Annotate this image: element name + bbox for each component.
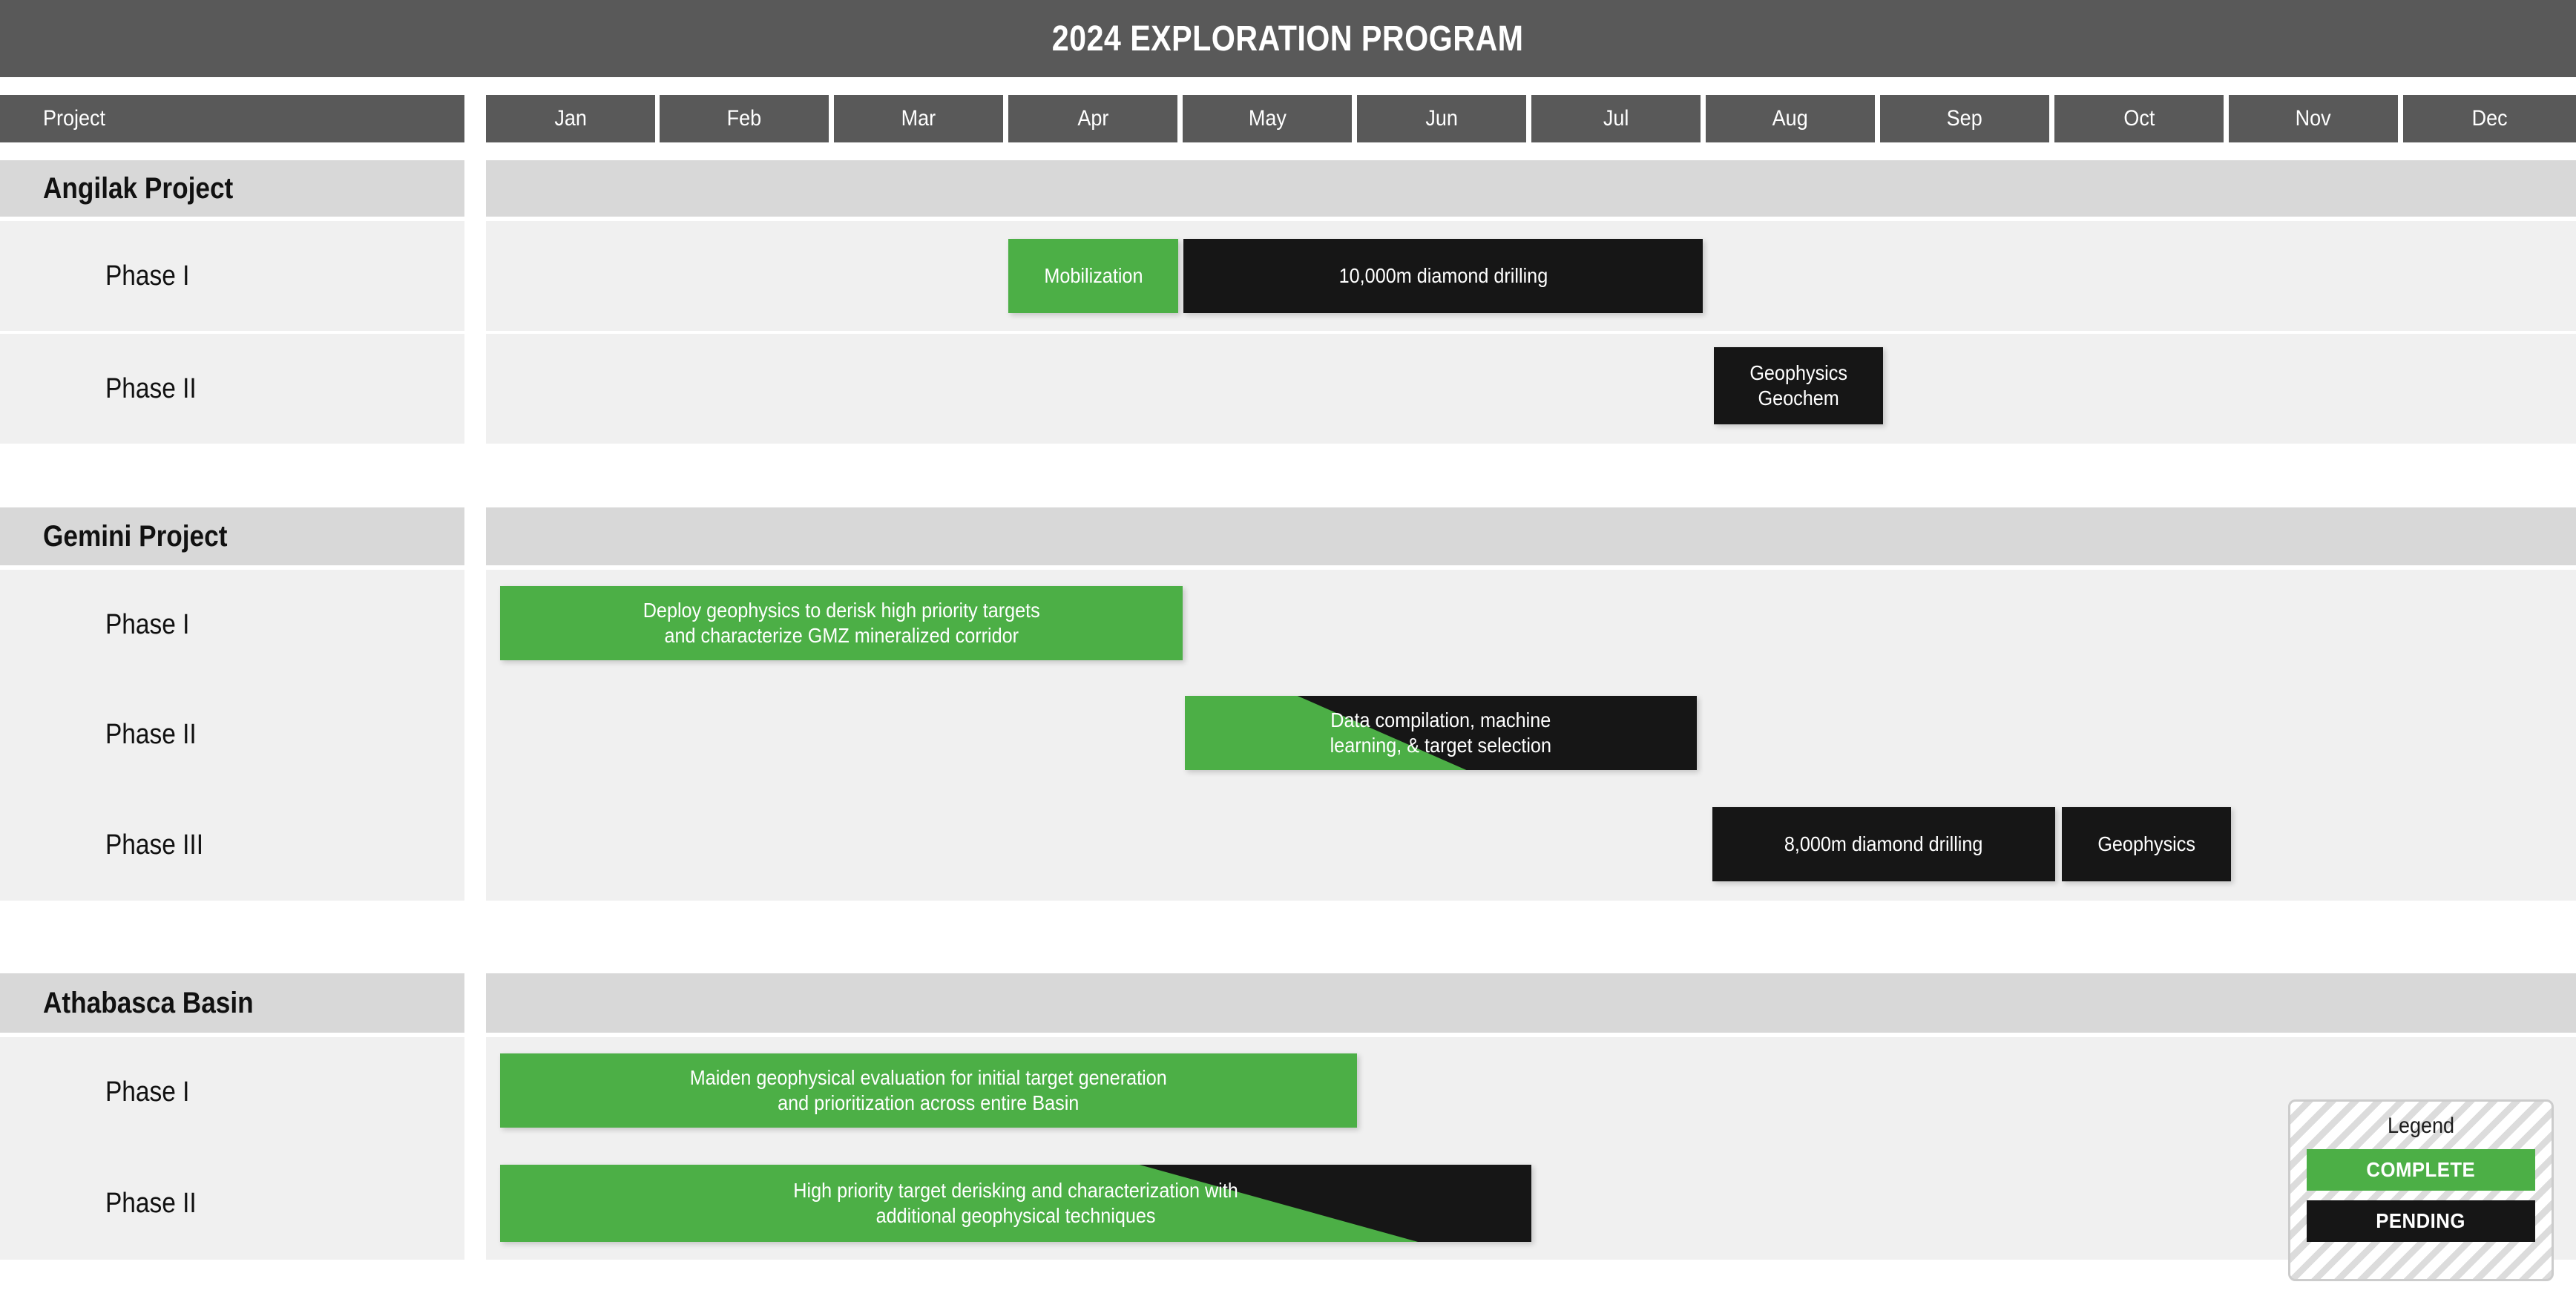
phase-label: Phase II	[105, 718, 197, 750]
section-gemini-project: Gemini Project Phase I Deploy geophysics…	[0, 507, 2576, 967]
row-label-athabasca-phase-1: Phase I	[0, 1037, 464, 1147]
task-bar-athabasca-derisking[interactable]: High priority target derisking and chara…	[500, 1165, 1531, 1242]
task-bar-label: 8,000m diamond drilling	[1784, 832, 1983, 855]
gantt-chart: 2024 EXPLORATION PROGRAM Project Jan Feb…	[0, 0, 2576, 1299]
task-bar-gemini-drilling[interactable]: 8,000m diamond drilling	[1712, 807, 2055, 881]
section-header-band-gemini	[486, 507, 2576, 565]
month-header-jun: Jun	[1357, 95, 1526, 142]
row-label-angilak-phase-2: Phase II	[0, 334, 464, 444]
title-bar: 2024 EXPLORATION PROGRAM	[0, 0, 2576, 77]
section-header-angilak: Angilak Project	[0, 160, 464, 217]
task-bar-athabasca-maiden-evaluation[interactable]: Maiden geophysical evaluation for initia…	[500, 1053, 1357, 1128]
task-bar-gemini-data-compilation[interactable]: Data compilation, machine learning, & ta…	[1185, 696, 1697, 770]
section-header-athabasca: Athabasca Basin	[0, 973, 464, 1033]
section-header-band-athabasca	[486, 973, 2576, 1033]
month-header-nov: Nov	[2229, 95, 2398, 142]
row-track-gemini-phase-3: 8,000m diamond drilling Geophysics	[486, 789, 2576, 901]
task-bar-label: Geophysics	[2097, 832, 2195, 855]
month-label: Jun	[1425, 106, 1458, 131]
task-bar-label: Deploy geophysics to derisk high priorit…	[643, 598, 1040, 647]
task-bar-gemini-geophysics[interactable]: Geophysics	[2062, 807, 2231, 881]
row-track-angilak-phase-1: Mobilization 10,000m diamond drilling	[486, 221, 2576, 331]
month-header-apr: Apr	[1008, 95, 1177, 142]
month-label: Dec	[2471, 106, 2508, 131]
phase-label: Phase I	[105, 608, 190, 640]
legend: Legend COMPLETE PENDING	[2288, 1099, 2554, 1281]
section-title: Angilak Project	[43, 171, 234, 205]
month-label: Nov	[2295, 106, 2332, 131]
task-bar-label: Geophysics Geochem	[1749, 361, 1847, 410]
month-label: Feb	[726, 106, 762, 131]
task-bar-geophysics-geochem[interactable]: Geophysics Geochem	[1714, 347, 1883, 424]
row-track-athabasca-phase-2: High priority target derisking and chara…	[486, 1147, 2576, 1260]
task-bar-label: High priority target derisking and chara…	[793, 1178, 1238, 1227]
month-header-jul: Jul	[1531, 95, 1701, 142]
phase-label: Phase I	[105, 260, 190, 292]
row-label-gemini-phase-1: Phase I	[0, 570, 464, 680]
month-header-oct: Oct	[2054, 95, 2224, 142]
page-title: 2024 EXPLORATION PROGRAM	[1052, 19, 1524, 59]
month-label: Oct	[2123, 106, 2155, 131]
phase-label: Phase I	[105, 1076, 190, 1108]
legend-item-label: COMPLETE	[2366, 1158, 2476, 1181]
row-track-gemini-phase-2: Data compilation, machine learning, & ta…	[486, 680, 2576, 789]
phase-label: Phase II	[105, 1187, 197, 1219]
section-header-band-angilak	[486, 160, 2576, 217]
task-bar-gemini-deploy-geophysics[interactable]: Deploy geophysics to derisk high priorit…	[500, 586, 1183, 660]
month-header-jan: Jan	[486, 95, 655, 142]
timeline-header-row: Project Jan Feb Mar Apr May Jun Jul Aug …	[0, 95, 2576, 142]
month-label: Jan	[554, 106, 587, 131]
task-bar-label: Data compilation, machine learning, & ta…	[1330, 708, 1552, 757]
row-track-athabasca-phase-1: Maiden geophysical evaluation for initia…	[486, 1037, 2576, 1147]
month-label: Apr	[1077, 106, 1109, 131]
month-header-may: May	[1183, 95, 1352, 142]
month-header-sep: Sep	[1880, 95, 2049, 142]
legend-item-label: PENDING	[2376, 1209, 2466, 1232]
section-header-gemini: Gemini Project	[0, 507, 464, 565]
phase-label: Phase III	[105, 829, 203, 861]
row-track-gemini-phase-1: Deploy geophysics to derisk high priorit…	[486, 570, 2576, 680]
section-athabasca-basin: Athabasca Basin Phase I Maiden geophysic…	[0, 973, 2576, 1299]
row-label-angilak-phase-1: Phase I	[0, 221, 464, 331]
row-track-angilak-phase-2: Geophysics Geochem	[486, 334, 2576, 444]
task-bar-angilak-drilling[interactable]: 10,000m diamond drilling	[1183, 239, 1703, 313]
row-label-gemini-phase-3: Phase III	[0, 789, 464, 901]
section-angilak-project: Angilak Project Phase I Mobilization 10,…	[0, 160, 2576, 501]
month-label: Aug	[1772, 106, 1809, 131]
month-label: Sep	[1946, 106, 1983, 131]
task-bar-label: Maiden geophysical evaluation for initia…	[689, 1065, 1167, 1114]
phase-label: Phase II	[105, 372, 197, 404]
task-bar-label: 10,000m diamond drilling	[1338, 263, 1548, 287]
month-label: May	[1248, 106, 1287, 131]
month-label: Mar	[901, 106, 936, 131]
row-label-athabasca-phase-2: Phase II	[0, 1147, 464, 1260]
month-header-mar: Mar	[834, 95, 1003, 142]
legend-item-complete[interactable]: COMPLETE	[2307, 1149, 2535, 1191]
task-bar-label: Mobilization	[1043, 263, 1143, 287]
section-title: Gemini Project	[43, 519, 228, 553]
legend-title: Legend	[2387, 1114, 2455, 1138]
project-column-header: Project	[0, 95, 464, 142]
month-header-aug: Aug	[1706, 95, 1875, 142]
month-label: Jul	[1603, 106, 1629, 131]
section-title: Athabasca Basin	[43, 986, 254, 1019]
row-label-gemini-phase-2: Phase II	[0, 680, 464, 789]
legend-item-pending[interactable]: PENDING	[2307, 1200, 2535, 1242]
month-header-feb: Feb	[660, 95, 829, 142]
task-bar-mobilization[interactable]: Mobilization	[1008, 239, 1178, 313]
month-header-dec: Dec	[2403, 95, 2576, 142]
project-column-header-label: Project	[43, 106, 106, 131]
